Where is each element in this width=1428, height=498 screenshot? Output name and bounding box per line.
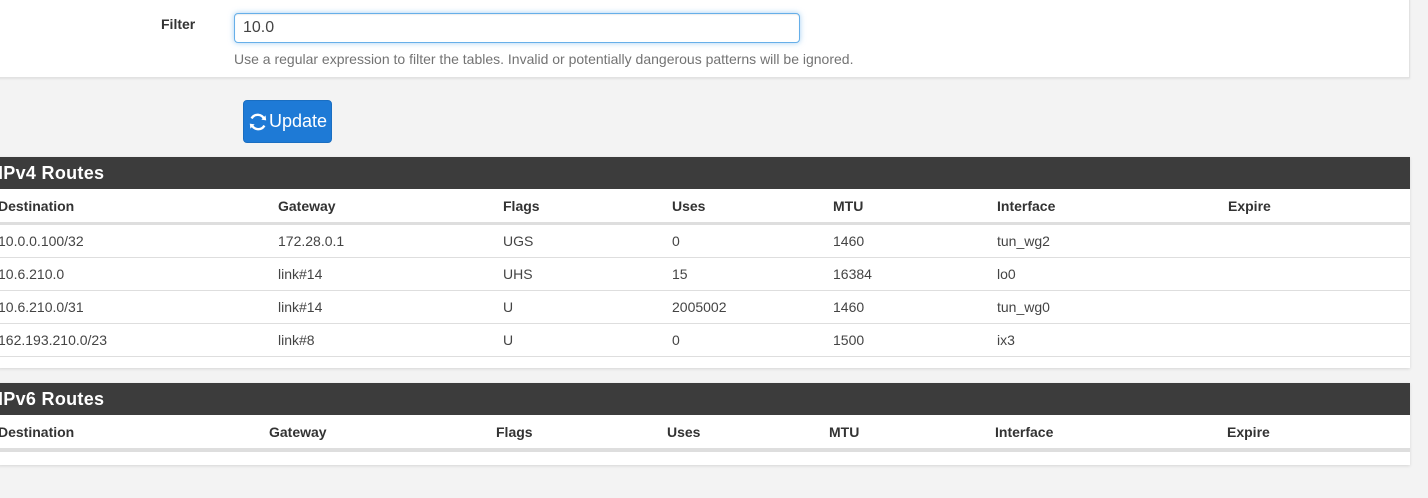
cell-expire [1228, 290, 1410, 324]
column-header-uses[interactable]: Uses [672, 189, 833, 225]
cell-interface: ix3 [997, 323, 1228, 357]
cell-gateway: link#8 [278, 323, 503, 357]
filter-label: Filter [161, 16, 196, 32]
table-header-row: Destination Gateway Flags Uses MTU Inter… [0, 415, 1410, 451]
cell-mtu: 16384 [833, 257, 997, 291]
table-row: 10.6.210.0 link#14 UHS 15 16384 lo0 [0, 257, 1410, 291]
table-header-row: Destination Gateway Flags Uses MTU Inter… [0, 189, 1410, 225]
cell-expire [1228, 257, 1410, 291]
column-header-interface[interactable]: Interface [995, 415, 1227, 451]
table-row: 10.6.210.0/31 link#14 U 2005002 1460 tun… [0, 290, 1410, 324]
cell-interface: tun_wg2 [997, 223, 1228, 258]
cell-gateway: link#14 [278, 257, 503, 291]
cell-flags: UHS [503, 257, 672, 291]
table-row: 162.193.210.0/23 link#8 U 0 1500 ix3 [0, 323, 1410, 357]
column-header-interface[interactable]: Interface [997, 189, 1228, 225]
ipv6-routes-table: Destination Gateway Flags Uses MTU Inter… [0, 415, 1410, 452]
filter-panel: Filter Use a regular expression to filte… [0, 0, 1410, 78]
ipv6-routes-panel: IPv6 Routes Destination Gateway Flags Us… [0, 383, 1410, 465]
cell-mtu: 1460 [833, 290, 997, 324]
cell-destination: 10.6.210.0 [0, 257, 278, 291]
cell-destination: 162.193.210.0/23 [0, 323, 278, 357]
table-row: 10.0.0.100/32 172.28.0.1 UGS 0 1460 tun_… [0, 223, 1410, 258]
cell-uses: 0 [672, 323, 833, 357]
cell-flags: UGS [503, 223, 672, 258]
cell-expire [1228, 223, 1410, 258]
column-header-flags[interactable]: Flags [503, 189, 672, 225]
column-header-expire[interactable]: Expire [1227, 415, 1410, 451]
empty-cell [0, 449, 1410, 452]
cell-mtu: 1460 [833, 223, 997, 258]
cell-destination: 10.0.0.100/32 [0, 223, 278, 258]
cell-uses: 2005002 [672, 290, 833, 324]
cell-flags: U [503, 323, 672, 357]
cell-uses: 0 [672, 223, 833, 258]
column-header-gateway[interactable]: Gateway [269, 415, 496, 451]
cell-interface: tun_wg0 [997, 290, 1228, 324]
column-header-uses[interactable]: Uses [667, 415, 829, 451]
cell-mtu: 1500 [833, 323, 997, 357]
cell-expire [1228, 323, 1410, 357]
ipv4-routes-panel: IPv4 Routes Destination Gateway Flags Us… [0, 157, 1410, 368]
filter-help-text: Use a regular expression to filter the t… [234, 51, 854, 67]
refresh-icon [249, 113, 267, 130]
page: Filter Use a regular expression to filte… [0, 0, 1428, 498]
update-button-label: Update [268, 111, 327, 131]
column-header-mtu[interactable]: MTU [829, 415, 995, 451]
cell-gateway: 172.28.0.1 [278, 223, 503, 258]
cell-interface: lo0 [997, 257, 1228, 291]
column-header-expire[interactable]: Expire [1228, 189, 1410, 225]
cell-flags: U [503, 290, 672, 324]
table-empty-row [0, 449, 1410, 452]
ipv4-routes-table: Destination Gateway Flags Uses MTU Inter… [0, 189, 1410, 357]
column-header-flags[interactable]: Flags [496, 415, 667, 451]
column-header-destination[interactable]: Destination [0, 189, 278, 225]
column-header-mtu[interactable]: MTU [833, 189, 997, 225]
column-header-destination[interactable]: Destination [0, 415, 269, 451]
ipv4-routes-title: IPv4 Routes [0, 157, 1410, 189]
cell-uses: 15 [672, 257, 833, 291]
ipv6-routes-title: IPv6 Routes [0, 383, 1410, 415]
filter-input[interactable] [234, 13, 800, 43]
update-button[interactable]: Update [243, 100, 332, 143]
cell-gateway: link#14 [278, 290, 503, 324]
cell-destination: 10.6.210.0/31 [0, 290, 278, 324]
column-header-gateway[interactable]: Gateway [278, 189, 503, 225]
